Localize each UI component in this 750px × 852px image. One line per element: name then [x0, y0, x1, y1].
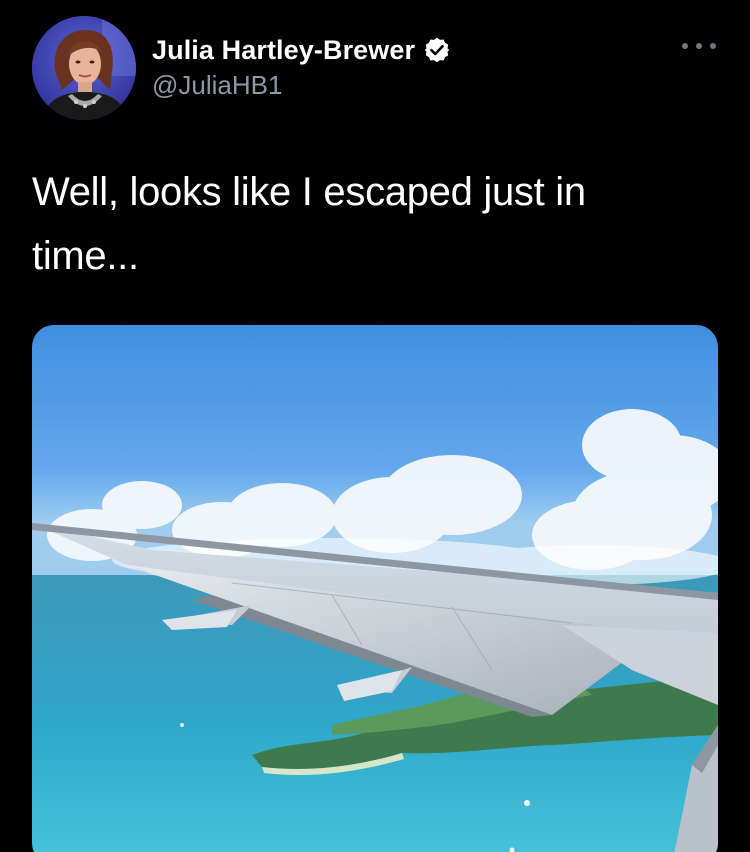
author-names: Julia Hartley-Brewer @JuliaHB1	[152, 32, 451, 101]
display-name[interactable]: Julia Hartley-Brewer	[152, 35, 415, 66]
verified-badge-icon	[423, 36, 451, 64]
tweet-header: Julia Hartley-Brewer @JuliaHB1	[32, 16, 718, 120]
tweet: Julia Hartley-Brewer @JuliaHB1 Well, loo…	[0, 0, 750, 852]
display-name-row: Julia Hartley-Brewer	[152, 32, 451, 68]
dot-icon	[710, 43, 716, 49]
author-handle[interactable]: @JuliaHB1	[152, 70, 451, 101]
tweet-media-photo[interactable]	[32, 325, 718, 852]
dot-icon	[696, 43, 702, 49]
more-options-icon[interactable]	[682, 36, 716, 56]
dot-icon	[682, 43, 688, 49]
tweet-text: Well, looks like I escaped just in time.…	[32, 170, 586, 278]
avatar[interactable]	[32, 16, 136, 120]
